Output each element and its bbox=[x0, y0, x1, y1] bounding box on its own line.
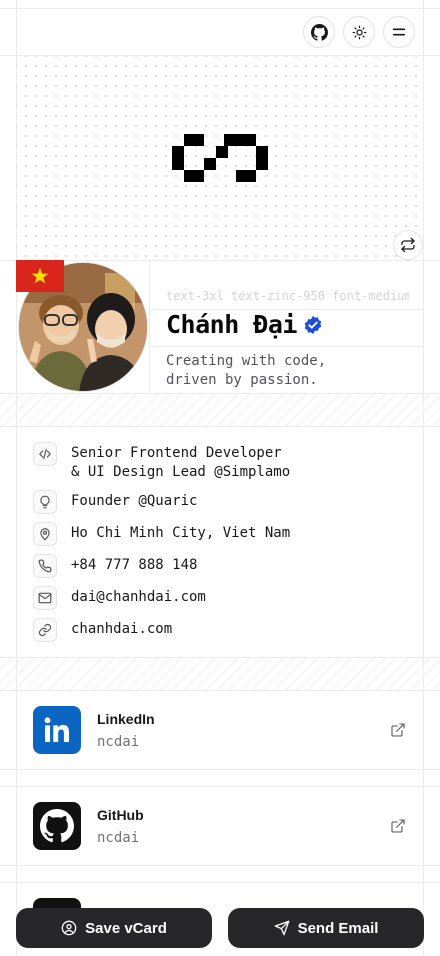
send-email-label: Send Email bbox=[297, 919, 379, 937]
profile-name-row: Chánh Đại bbox=[166, 310, 323, 339]
bio-line: driven by passion. bbox=[166, 372, 318, 388]
info-item-phone[interactable]: +84 777 888 148 bbox=[33, 554, 197, 578]
profile-bio: Creating with code, driven by passion. bbox=[166, 352, 326, 390]
send-icon bbox=[274, 920, 289, 936]
save-vcard-label: Save vCard bbox=[85, 919, 167, 937]
github-button[interactable] bbox=[303, 16, 335, 48]
info-item-website[interactable]: chanhdai.com bbox=[33, 618, 172, 642]
social-title: LinkedIn bbox=[97, 711, 155, 727]
info-text: Ho Chi Minh City, Viet Nam bbox=[71, 525, 291, 541]
social-handle: ncdai bbox=[97, 734, 140, 750]
repeat-icon bbox=[401, 237, 415, 253]
divider bbox=[149, 260, 150, 393]
grid-line bbox=[0, 426, 440, 427]
info-text: Senior Frontend Developer bbox=[71, 445, 282, 461]
divider bbox=[149, 346, 424, 347]
mail-icon bbox=[38, 592, 52, 604]
grid-line bbox=[0, 260, 440, 261]
hero-banner bbox=[16, 56, 424, 260]
social-link-linkedin[interactable]: LinkedIn ncdai bbox=[16, 691, 424, 769]
menu-button[interactable] bbox=[383, 16, 415, 48]
send-email-button[interactable]: Send Email bbox=[228, 908, 424, 948]
code-icon bbox=[39, 448, 51, 460]
link-icon bbox=[38, 623, 52, 637]
info-text: +84 777 888 148 bbox=[71, 557, 198, 573]
map-pin-icon bbox=[40, 528, 50, 541]
brand-logo bbox=[172, 134, 268, 182]
info-item-email[interactable]: dai@chanhdai.com bbox=[33, 586, 206, 610]
external-link-icon bbox=[391, 819, 405, 833]
github-logo-icon bbox=[33, 802, 81, 850]
user-circle-icon bbox=[61, 920, 77, 936]
info-text: chanhdai.com bbox=[71, 621, 173, 637]
hatch-divider bbox=[0, 658, 440, 690]
bio-line: Creating with code, bbox=[166, 353, 327, 369]
info-item-founder: Founder @Quaric bbox=[33, 490, 197, 514]
save-vcard-button[interactable]: Save vCard bbox=[16, 908, 212, 948]
swap-banner-button[interactable] bbox=[393, 230, 423, 260]
linkedin-icon bbox=[33, 706, 81, 754]
sun-icon bbox=[352, 25, 366, 39]
verified-icon bbox=[304, 315, 322, 334]
info-text: & UI Design Lead @Simplamo bbox=[71, 464, 291, 480]
hatch-divider bbox=[0, 394, 440, 426]
social-handle: ncdai bbox=[97, 830, 140, 846]
social-link-github[interactable]: GitHub ncdai bbox=[16, 787, 424, 865]
info-item-location: Ho Chi Minh City, Viet Nam bbox=[33, 522, 290, 546]
info-text: Founder @Quaric bbox=[71, 493, 198, 509]
info-text: dai@chanhdai.com bbox=[71, 589, 206, 605]
menu-icon bbox=[392, 28, 406, 36]
info-item-role: Senior Frontend Developer & UI Design Le… bbox=[33, 442, 290, 482]
github-icon bbox=[310, 23, 328, 41]
phone-icon bbox=[38, 559, 52, 573]
profile-name: Chánh Đại bbox=[166, 310, 297, 339]
grid-line bbox=[0, 865, 440, 866]
header bbox=[16, 9, 424, 55]
external-link-icon bbox=[391, 723, 405, 737]
grid-line bbox=[0, 882, 440, 883]
class-hint-text: text-3xl text-zinc-950 font-medium bbox=[166, 289, 410, 303]
grid-line bbox=[0, 769, 440, 770]
theme-toggle-button[interactable] bbox=[343, 16, 375, 48]
social-title: GitHub bbox=[97, 807, 144, 823]
vietnam-flag-icon bbox=[16, 260, 64, 292]
lightbulb-icon bbox=[40, 495, 50, 509]
